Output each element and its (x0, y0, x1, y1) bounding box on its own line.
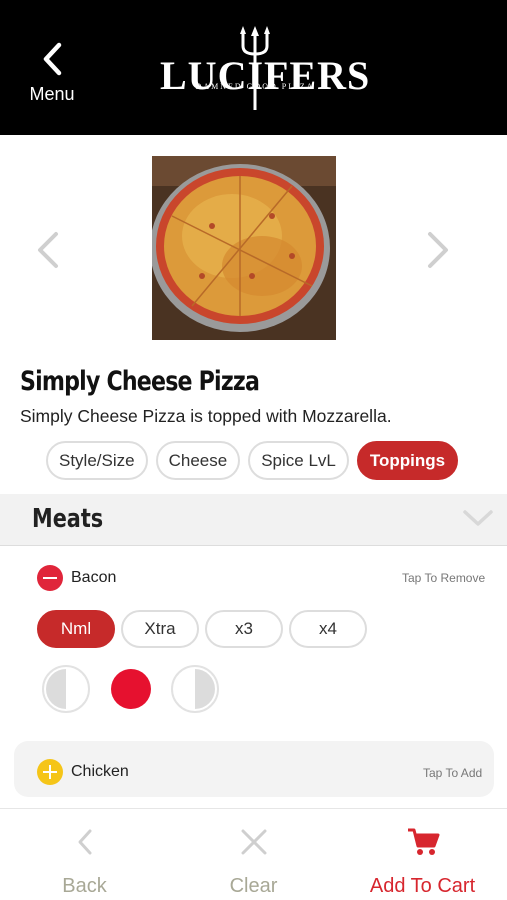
product-description: Simply Cheese Pizza is topped with Mozza… (20, 406, 392, 426)
clear-label: Clear (229, 875, 278, 897)
logo-wordmark: LUCIFERS (160, 53, 371, 98)
chevron-left-icon (43, 42, 62, 76)
remove-topping-button[interactable] (37, 565, 63, 591)
bottom-action-bar: Back Clear Add To Cart (0, 808, 507, 900)
topping-name-bacon: Bacon (71, 569, 117, 586)
quantity-x3-button[interactable]: x3 (205, 610, 283, 648)
whole-circle-icon (108, 666, 154, 712)
add-to-cart-label: Add To Cart (369, 875, 476, 897)
quantity-extra-button[interactable]: Xtra (121, 610, 199, 648)
tab-toppings[interactable]: Toppings (356, 441, 459, 480)
add-topping-button[interactable] (37, 759, 63, 785)
right-half-icon (171, 665, 219, 713)
carousel-next-button[interactable] (424, 230, 454, 270)
app-header: Menu LUCIFERS DAMNED GOOD PIZZA (0, 0, 507, 135)
topping-hint-bacon[interactable]: Tap To Remove (402, 571, 485, 585)
section-header-meats[interactable]: Meats (0, 494, 507, 546)
clear-button[interactable]: Clear (169, 809, 338, 900)
back-button[interactable]: Back (0, 809, 169, 900)
tab-spice-level[interactable]: Spice LvL (248, 441, 349, 480)
chevron-down-icon[interactable] (462, 508, 494, 528)
quantity-x4-button[interactable]: x4 (289, 610, 367, 648)
section-title: Meats (32, 504, 104, 534)
close-icon (241, 829, 266, 855)
brand-logo: LUCIFERS DAMNED GOOD PIZZA (160, 26, 371, 112)
quantity-selector: Nml Xtra x3 x4 (37, 610, 367, 648)
tab-style-size[interactable]: Style/Size (46, 441, 148, 480)
menu-label: Menu (29, 84, 75, 104)
add-to-cart-button[interactable]: Add To Cart (338, 809, 507, 900)
left-half-icon (42, 665, 90, 713)
chevron-left-icon (78, 829, 91, 855)
topping-hint-chicken[interactable]: Tap To Add (423, 766, 482, 780)
back-label: Back (62, 875, 107, 897)
product-photo (152, 156, 336, 340)
cart-icon (407, 828, 439, 855)
carousel-prev-button[interactable] (32, 230, 62, 270)
tab-cheese[interactable]: Cheese (155, 441, 241, 480)
chevron-left-icon (38, 232, 58, 268)
portion-whole-button[interactable] (106, 664, 156, 714)
product-title: Simply Cheese Pizza (20, 366, 260, 397)
quantity-normal-button[interactable]: Nml (37, 610, 115, 648)
option-tabs: Style/Size Cheese Spice LvL Toppings (46, 441, 459, 480)
portion-right-half-button[interactable] (170, 664, 220, 714)
topping-name-chicken: Chicken (71, 763, 129, 780)
menu-button[interactable]: Menu (20, 38, 84, 108)
logo-tagline: DAMNED GOOD PIZZA (195, 82, 315, 91)
portion-left-half-button[interactable] (41, 664, 91, 714)
chevron-right-icon (428, 232, 448, 268)
